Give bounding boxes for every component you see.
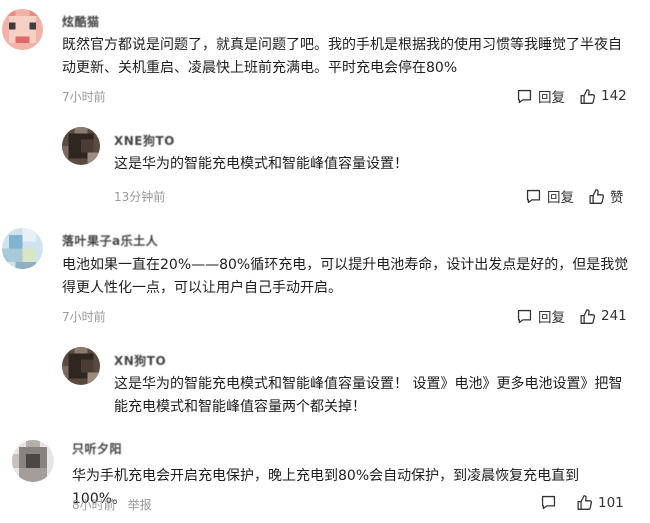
username[interactable]: 落叶果子a乐土人 <box>62 232 158 249</box>
thumbs-up-icon <box>589 188 605 204</box>
comment-text: 这是华为的智能充电模式和智能峰值容量设置！ <box>114 156 408 172</box>
reply-label: 回复 <box>538 310 565 326</box>
reply-label: 回复 <box>547 190 574 206</box>
like-count: 241 <box>601 308 627 324</box>
like-label: 赞 <box>610 190 624 206</box>
username[interactable]: XN狗TO <box>114 352 166 369</box>
comment-bubble-icon <box>517 89 532 103</box>
thumbs-up-icon <box>577 495 593 510</box>
comment-actions: 回复 142 <box>516 86 627 106</box>
avatar[interactable] <box>2 9 43 50</box>
avatar[interactable] <box>12 440 54 482</box>
avatar[interactable] <box>2 228 43 269</box>
avatar-image <box>2 228 43 269</box>
comment-text: 既然官方都说是问题了，就真是问题了吧。我的手机是根据我的使用习惯等我睡觉了半夜自… <box>62 37 622 76</box>
username[interactable]: 炫酷猫 <box>62 13 100 30</box>
username[interactable]: XNE狗TO <box>114 132 175 149</box>
like-count: 101 <box>598 494 624 511</box>
avatar[interactable] <box>62 127 100 165</box>
comment-bubble-icon <box>526 189 541 203</box>
like-button[interactable]: 赞 <box>588 186 624 206</box>
reply-label: 回复 <box>538 90 565 106</box>
comment-time: 8小时前 <box>72 498 116 512</box>
reply-button[interactable]: 回复 <box>516 86 565 106</box>
avatar-image <box>12 440 54 482</box>
comment-bubble-icon <box>541 495 556 510</box>
like-count: 142 <box>601 88 627 104</box>
reply-button[interactable]: 回复 <box>525 186 574 206</box>
like-button[interactable]: 101 <box>576 494 624 511</box>
avatar-image <box>62 347 100 385</box>
like-button[interactable]: 142 <box>579 88 627 105</box>
comment-text: 电池如果一直在20%——80%循环充电，可以提升电池寿命，设计出发点是好的，但是… <box>62 257 629 296</box>
comment-text: 这是华为的智能充电模式和智能峰值容量设置！ 设置》电池》更多电池设置》把智能充电… <box>114 376 623 415</box>
thumbs-up-icon <box>580 88 596 104</box>
comment-time: 13分钟前 <box>114 190 166 204</box>
comment-time: 7小时前 <box>62 310 106 324</box>
like-button[interactable]: 241 <box>579 308 627 325</box>
reply-button[interactable] <box>540 494 562 511</box>
reply-button[interactable]: 回复 <box>516 306 565 326</box>
avatar-image <box>62 127 100 165</box>
thumbs-up-icon <box>580 308 596 324</box>
comment-time: 7小时前 <box>62 90 106 104</box>
report-link[interactable]: 举报 <box>128 498 152 512</box>
avatar-image <box>2 9 43 50</box>
comment-actions: 回复 241 <box>516 306 627 326</box>
username[interactable]: 只听夕阳 <box>72 440 122 457</box>
comment-meta: 8小时前 举报 <box>72 496 152 513</box>
comment-bubble-icon <box>517 309 532 323</box>
comment-actions: 回复 赞 <box>525 186 624 206</box>
comment-actions: 101 <box>540 494 624 511</box>
avatar[interactable] <box>62 347 100 385</box>
